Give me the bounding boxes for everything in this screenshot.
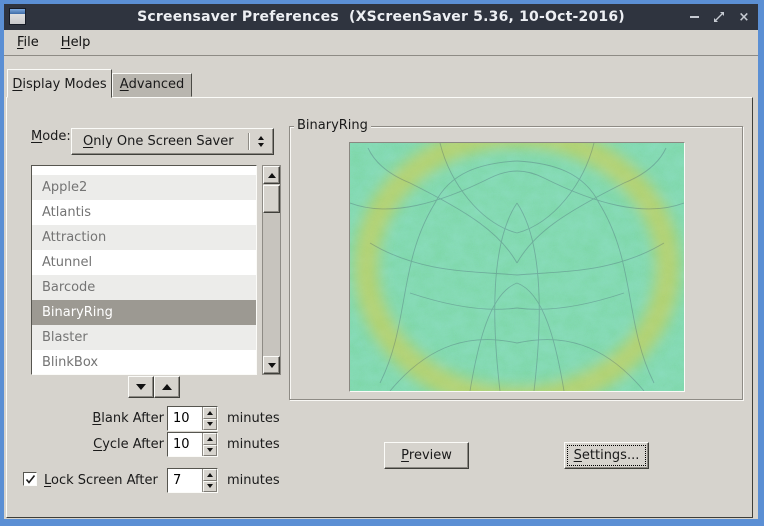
app-window-icon[interactable] — [9, 8, 26, 25]
up-triangle-icon — [207, 411, 213, 415]
settings-button[interactable]: Settings... — [564, 442, 649, 469]
list-prev-button[interactable] — [154, 376, 180, 398]
lock-screen-checkbox[interactable] — [23, 472, 37, 486]
cycle-after-spinbox — [167, 432, 218, 457]
diagonal-resize-icon — [713, 11, 725, 23]
workspace: Display Modes Advanced Mode: Only One Sc… — [4, 56, 758, 519]
lock-screen-spinbox — [167, 468, 218, 493]
cycle-after-input[interactable] — [168, 433, 202, 456]
up-triangle-icon — [162, 384, 172, 390]
mode-label: Mode: — [31, 129, 71, 144]
down-triangle-icon — [136, 384, 146, 390]
list-item[interactable]: Barcode — [32, 275, 256, 300]
down-triangle-icon — [258, 143, 264, 147]
blank-after-spinbox — [167, 406, 218, 431]
display-modes-panel: Mode: Only One Screen Saver Apple2 Atlan… — [6, 97, 753, 518]
blank-after-spinner — [202, 407, 217, 430]
down-triangle-icon — [207, 422, 213, 426]
preview-button[interactable]: Preview — [384, 442, 469, 469]
minimize-button[interactable] — [686, 9, 702, 25]
window-body: Screensaver Preferences (XScreenSaver 5.… — [4, 4, 758, 519]
titlebar[interactable]: Screensaver Preferences (XScreenSaver 5.… — [4, 4, 758, 30]
mode-dropdown[interactable]: Only One Screen Saver — [71, 128, 274, 155]
spin-down-button[interactable] — [203, 445, 217, 457]
cycle-after-label: Cycle After — [34, 437, 164, 452]
menu-file[interactable]: File — [17, 35, 39, 50]
close-button[interactable]: × — [736, 9, 752, 25]
up-triangle-icon — [207, 437, 213, 441]
groupbox-title: BinaryRing — [294, 118, 371, 133]
list-item[interactable]: Attraction — [32, 225, 256, 250]
window-frame: Screensaver Preferences (XScreenSaver 5.… — [0, 0, 764, 526]
restore-button[interactable] — [711, 9, 727, 25]
dropdown-spinner-icon — [249, 136, 273, 147]
spin-up-button[interactable] — [203, 433, 217, 445]
cycle-after-spinner — [202, 433, 217, 456]
list-item[interactable]: BlinkBox — [32, 350, 256, 375]
scrollbar-up-button[interactable] — [263, 166, 280, 184]
window-controls: × — [686, 4, 752, 30]
list-item[interactable]: Apple2 — [32, 175, 256, 200]
lock-screen-unit: minutes — [227, 473, 280, 488]
list-item[interactable]: Atlantis — [32, 200, 256, 225]
list-item[interactable]: Atunnel — [32, 250, 256, 275]
spin-up-button[interactable] — [203, 407, 217, 419]
window-icon-titlestrip — [10, 9, 25, 14]
lock-screen-label: Lock Screen After — [44, 473, 158, 488]
cycle-after-unit: minutes — [227, 437, 280, 452]
tab-advanced[interactable]: Advanced — [112, 73, 192, 97]
scrollbar-track[interactable] — [263, 184, 280, 356]
scrollbar-down-button[interactable] — [263, 356, 280, 374]
blank-after-input[interactable] — [168, 407, 202, 430]
down-triangle-icon — [207, 484, 213, 488]
blank-after-unit: minutes — [227, 411, 280, 426]
blank-after-label: Blank After — [34, 411, 164, 426]
down-triangle-icon — [207, 448, 213, 452]
spin-down-button[interactable] — [203, 481, 217, 493]
minimize-icon — [690, 16, 699, 18]
list-scrollbar[interactable] — [262, 165, 281, 375]
list-item[interactable]: Blaster — [32, 325, 256, 350]
saver-preview-image — [349, 142, 685, 392]
saver-preview-groupbox: BinaryRing — [289, 126, 743, 400]
mode-dropdown-value: Only One Screen Saver — [72, 134, 248, 149]
down-triangle-icon — [268, 363, 276, 368]
menubar: File Help — [4, 30, 758, 56]
up-triangle-icon — [268, 173, 276, 178]
up-triangle-icon — [258, 136, 264, 140]
spin-down-button[interactable] — [203, 419, 217, 431]
lock-screen-spinner — [202, 469, 217, 492]
scrollbar-thumb[interactable] — [263, 185, 280, 213]
up-triangle-icon — [207, 473, 213, 477]
spin-up-button[interactable] — [203, 469, 217, 481]
list-item-selected[interactable]: BinaryRing — [32, 300, 256, 325]
close-icon: × — [739, 11, 750, 24]
window-title: Screensaver Preferences (XScreenSaver 5.… — [4, 9, 758, 25]
list-next-button[interactable] — [128, 376, 154, 398]
checkmark-icon — [25, 474, 36, 485]
menu-help[interactable]: Help — [61, 35, 91, 50]
screensaver-list[interactable]: Apple2 Atlantis Attraction Atunnel Barco… — [31, 165, 257, 375]
lock-screen-input[interactable] — [168, 469, 202, 492]
tab-display-modes[interactable]: Display Modes — [7, 69, 112, 98]
